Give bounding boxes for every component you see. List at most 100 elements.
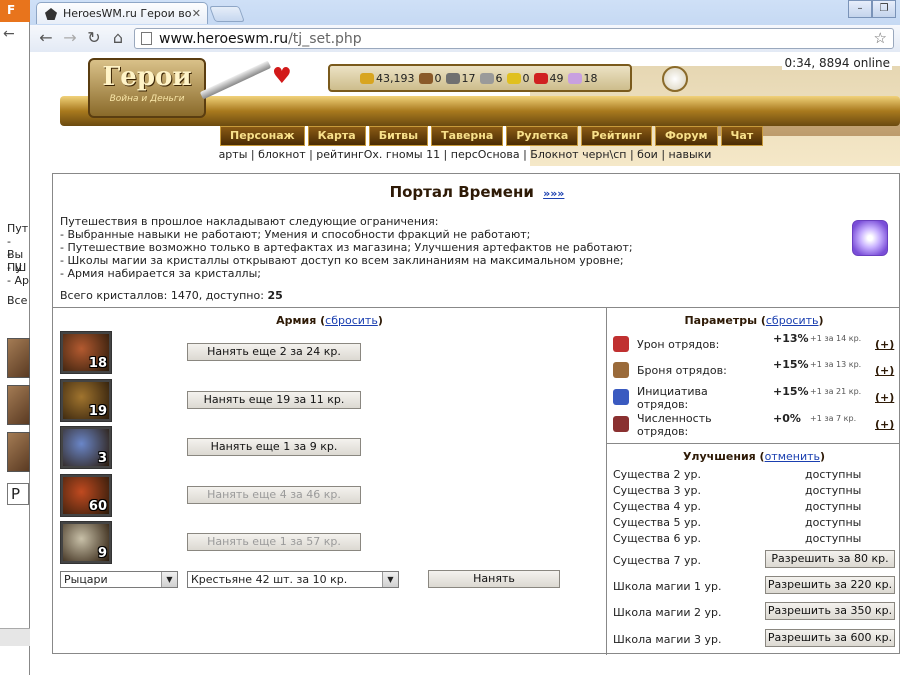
- wood-icon: [418, 72, 433, 84]
- reload-icon[interactable]: ↻: [84, 29, 104, 49]
- restriction-line: - Армия набирается за кристаллы;: [60, 267, 261, 280]
- unlock-button[interactable]: Разрешить за 80 кр.: [765, 550, 895, 568]
- restriction-line: Путешествия в прошлое накладывают следую…: [60, 215, 439, 228]
- unit-portrait[interactable]: 60: [60, 474, 112, 517]
- menu-item[interactable]: Чат: [720, 126, 764, 146]
- param-increase-link[interactable]: (+): [875, 391, 894, 404]
- hire-more-button[interactable]: Нанять еще 2 за 24 кр.: [187, 343, 361, 361]
- upgrade-row: Школа магии 3 ур. Разрешить за 600 кр.: [613, 629, 897, 649]
- unit-select[interactable]: Крестьяне 42 шт. за 10 кр. ▼: [187, 571, 399, 588]
- nav-bar: ← → ↻ ⌂ www.heroeswm.ru/tj_set.php ☆: [30, 25, 900, 52]
- restore-icon[interactable]: ❐: [872, 0, 896, 18]
- unlock-button[interactable]: Разрешить за 350 кр.: [765, 602, 895, 620]
- resources-bar: 43,193 0 17 6 0 49 18: [328, 64, 632, 92]
- param-cost-note: +1 за 14 кр.: [810, 334, 862, 343]
- crystal-icon: [852, 220, 888, 256]
- upgrade-row: Школа магии 1 ур. Разрешить за 220 кр.: [613, 576, 897, 596]
- forward-icon[interactable]: →: [60, 29, 80, 49]
- faction-select-value: Рыцари: [64, 573, 108, 586]
- unit-count: 60: [88, 499, 107, 514]
- menu-item[interactable]: Рулетка: [506, 126, 579, 146]
- upgrade-label: Существа 7 ур.: [613, 554, 701, 567]
- bw-line: Пут: [7, 222, 29, 235]
- browser-tab[interactable]: HeroesWM.ru Герои во ✕: [36, 2, 208, 24]
- bookmark-star-icon[interactable]: ☆: [874, 29, 887, 47]
- gold-icon: [360, 72, 374, 84]
- hire-more-button: Нанять еще 4 за 46 кр.: [187, 486, 361, 504]
- params-reset-link[interactable]: сбросить: [766, 314, 819, 327]
- param-icon: [613, 362, 629, 378]
- bw-scrollbar[interactable]: [0, 628, 30, 646]
- sulfur-icon: [506, 72, 521, 84]
- upgrade-row: Существа 2 ур. доступны: [613, 468, 897, 484]
- sulfur-value: 0: [522, 71, 530, 85]
- menu-item[interactable]: Форум: [655, 126, 718, 146]
- site-favicon-icon: [45, 8, 57, 20]
- online-counter: 0:34, 8894 online: [782, 56, 892, 70]
- bw-line: - Ар: [7, 274, 29, 287]
- restriction-line: - Выбранные навыки не работают; Умения и…: [60, 228, 531, 241]
- unlock-button[interactable]: Разрешить за 220 кр.: [765, 576, 895, 594]
- upgrade-row: Существа 5 ур. доступны: [613, 516, 897, 532]
- param-increase-link[interactable]: (+): [875, 338, 894, 351]
- home-icon[interactable]: ⌂: [108, 29, 128, 49]
- upgrade-label: Существа 4 ур.: [613, 500, 701, 513]
- gems-icon: [567, 72, 582, 84]
- new-tab-button[interactable]: [209, 6, 245, 22]
- resource-ore: 17: [445, 72, 476, 85]
- menu-item[interactable]: Персонаж: [220, 126, 305, 146]
- back-icon[interactable]: ←: [36, 29, 56, 49]
- hire-more-button[interactable]: Нанять еще 1 за 9 кр.: [187, 438, 361, 456]
- param-icon: [613, 389, 629, 405]
- portal-more-link[interactable]: »»»: [543, 187, 564, 200]
- upgrade-label: Существа 5 ур.: [613, 516, 701, 529]
- param-increase-link[interactable]: (+): [875, 418, 894, 431]
- upgrade-label: Школа магии 3 ур.: [613, 633, 722, 646]
- menu-item[interactable]: Рейтинг: [581, 126, 653, 146]
- gems-value: 18: [583, 71, 598, 85]
- unit-portrait[interactable]: 9: [60, 521, 112, 564]
- army-reset-link[interactable]: сбросить: [325, 314, 378, 327]
- upgrade-label: Существа 3 ур.: [613, 484, 701, 497]
- bw-select[interactable]: Р: [7, 483, 29, 505]
- upgrades-cancel-link[interactable]: отменить: [765, 450, 820, 463]
- unit-portrait[interactable]: 19: [60, 379, 112, 422]
- wood-value: 0: [434, 71, 442, 85]
- unit-portrait[interactable]: 18: [60, 331, 112, 374]
- unit-count: 19: [88, 404, 107, 419]
- upgrade-label: Школа магии 1 ур.: [613, 580, 722, 593]
- hire-button[interactable]: Нанять: [428, 570, 560, 588]
- faction-select[interactable]: Рыцари ▼: [60, 571, 178, 588]
- param-label: Броня отрядов:: [637, 364, 727, 377]
- close-tab-icon[interactable]: ✕: [192, 7, 201, 20]
- game-menu: Персонаж Карта Битвы Таверна Рулетка Рейтинг Ф…: [220, 126, 764, 146]
- address-bar[interactable]: www.heroeswm.ru/tj_set.php ☆: [134, 28, 894, 49]
- bw-line: - Ш: [7, 261, 27, 274]
- gold-value: 43,193: [376, 71, 415, 85]
- mercury-icon: [479, 72, 494, 84]
- bw-unit-thumb: [7, 432, 30, 472]
- unit-portrait[interactable]: 3: [60, 426, 112, 469]
- param-increase-link[interactable]: (+): [875, 364, 894, 377]
- resource-wood: 0: [418, 71, 442, 85]
- background-window-tab[interactable]: F: [0, 0, 30, 22]
- minimize-icon[interactable]: –: [848, 0, 872, 18]
- resource-gold: 43,193: [360, 72, 415, 85]
- health-heart-icon: ♥: [272, 64, 292, 89]
- upgrade-status: доступны: [805, 532, 862, 545]
- logo-subtitle: Война и Деньги: [109, 94, 185, 104]
- menu-item[interactable]: Таверна: [431, 126, 504, 146]
- menu-item[interactable]: Карта: [307, 126, 366, 146]
- game-logo[interactable]: Герои Война и Деньги: [88, 58, 206, 118]
- restriction-line: - Путешествие возможно только в артефакт…: [60, 241, 633, 254]
- hire-more-button[interactable]: Нанять еще 19 за 11 кр.: [187, 391, 361, 409]
- chevron-down-icon: ▼: [161, 572, 177, 587]
- menu-item[interactable]: Битвы: [368, 126, 429, 146]
- ore-icon: [445, 72, 460, 84]
- unlock-button[interactable]: Разрешить за 600 кр.: [765, 629, 895, 647]
- upgrade-label: Существа 6 ур.: [613, 532, 701, 545]
- mana-flask-icon: [662, 66, 688, 92]
- quick-links[interactable]: арты | блокнот | рейтингОх. гномы 11 | п…: [30, 148, 900, 161]
- param-icon: [613, 416, 629, 432]
- restrictions-text: Путешествия в прошлое накладывают следую…: [60, 215, 633, 280]
